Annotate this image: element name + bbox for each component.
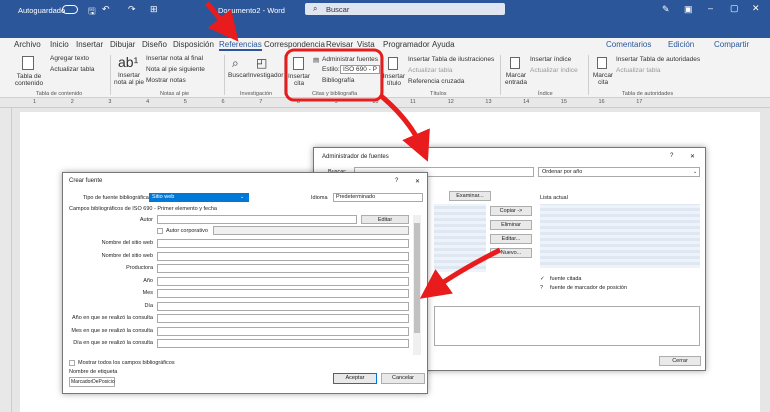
manager-arrow bbox=[378, 93, 430, 162]
tab-arrow bbox=[205, 1, 239, 42]
annotation-overlay bbox=[205, 1, 502, 299]
new-arrow bbox=[419, 247, 502, 299]
highlight-box bbox=[284, 48, 384, 102]
